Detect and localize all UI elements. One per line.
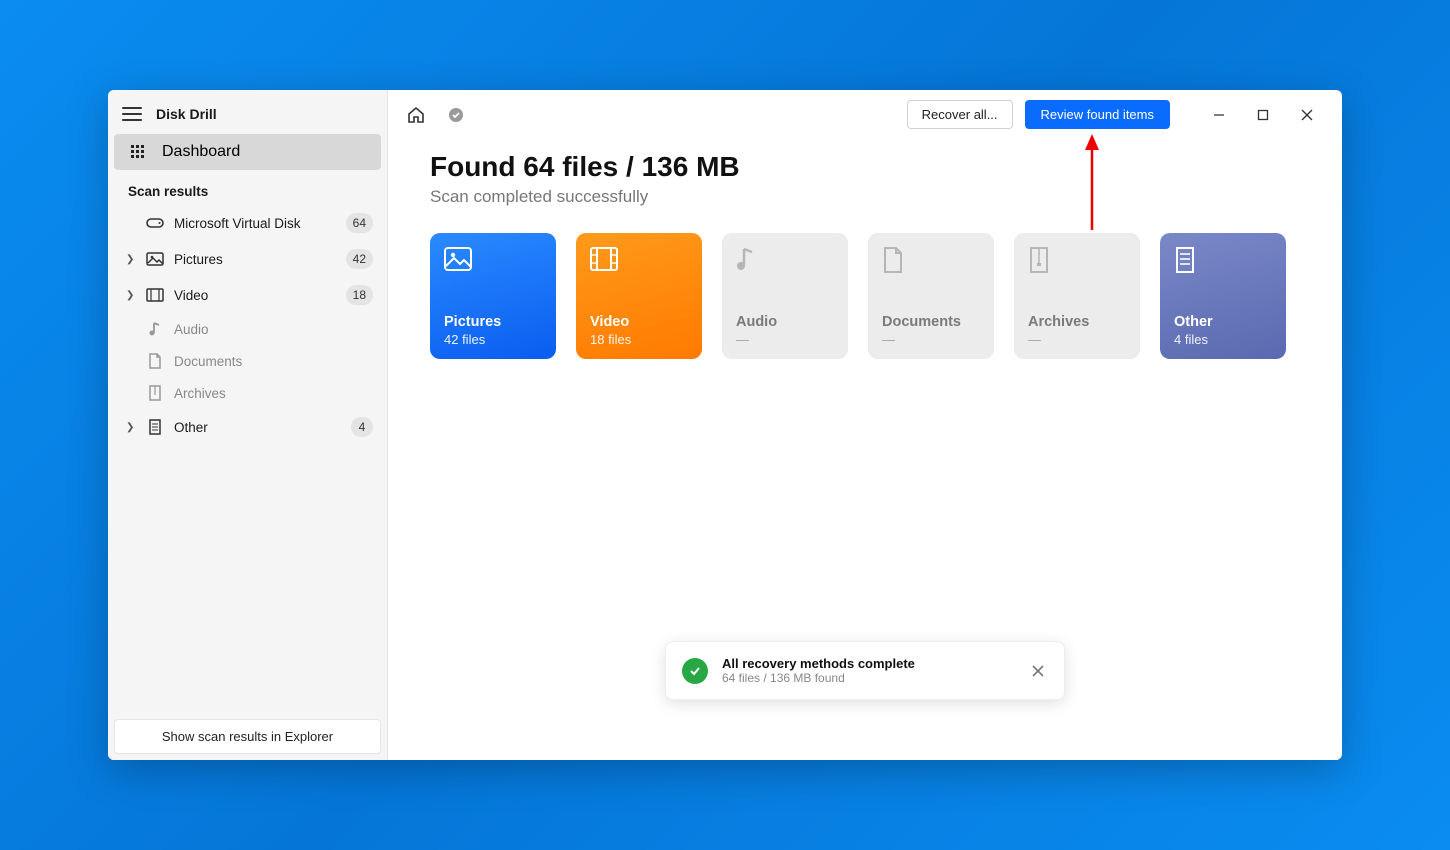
card-pictures[interactable]: Pictures 42 files	[430, 233, 556, 359]
sidebar-item-label: Video	[174, 288, 336, 303]
sidebar-item-label: Other	[174, 420, 341, 435]
count-badge: 4	[351, 417, 373, 437]
video-icon	[590, 247, 688, 279]
card-archives[interactable]: Archives —	[1014, 233, 1140, 359]
toast-title: All recovery methods complete	[722, 656, 1014, 671]
sidebar-item-other[interactable]: ❯ Other 4	[108, 409, 387, 445]
archive-icon	[1028, 247, 1126, 279]
sidebar-item-label: Microsoft Virtual Disk	[174, 216, 336, 231]
sidebar-item-label: Documents	[174, 354, 373, 369]
chevron-right-icon: ❯	[126, 254, 136, 265]
window-close-button[interactable]	[1286, 101, 1328, 129]
show-in-explorer-button[interactable]: Show scan results in Explorer	[114, 719, 381, 754]
sidebar-tree: Microsoft Virtual Disk 64 ❯ Pictures 42 …	[108, 205, 387, 713]
home-button[interactable]	[402, 101, 430, 129]
main-panel: Recover all... Review found items Found …	[388, 90, 1342, 760]
page-subtitle: Scan completed successfully	[430, 187, 1300, 207]
document-icon	[146, 353, 164, 369]
card-other[interactable]: Other 4 files	[1160, 233, 1286, 359]
card-documents[interactable]: Documents —	[868, 233, 994, 359]
window-maximize-button[interactable]	[1242, 101, 1284, 129]
picture-icon	[444, 247, 542, 279]
sidebar-item-pictures[interactable]: ❯ Pictures 42	[108, 241, 387, 277]
card-subtitle: 18 files	[590, 332, 688, 347]
count-badge: 64	[346, 213, 373, 233]
file-icon	[146, 419, 164, 435]
window-minimize-button[interactable]	[1198, 101, 1240, 129]
sidebar-item-label: Pictures	[174, 252, 336, 267]
music-note-icon	[736, 247, 834, 279]
card-title: Audio	[736, 314, 834, 330]
card-subtitle: 4 files	[1174, 332, 1272, 347]
toast-subtitle: 64 files / 136 MB found	[722, 671, 1014, 685]
category-cards: Pictures 42 files Video 18 files Audio —	[430, 233, 1300, 359]
count-badge: 18	[346, 285, 373, 305]
chevron-right-icon: ❯	[126, 290, 136, 301]
sidebar-item-disk[interactable]: Microsoft Virtual Disk 64	[108, 205, 387, 241]
chevron-right-icon: ❯	[126, 422, 136, 433]
sidebar-item-label: Audio	[174, 322, 373, 337]
card-title: Video	[590, 314, 688, 330]
recover-all-button[interactable]: Recover all...	[907, 100, 1013, 129]
file-icon	[1174, 247, 1272, 279]
toast-notification: All recovery methods complete 64 files /…	[665, 641, 1065, 700]
review-found-items-button[interactable]: Review found items	[1025, 100, 1170, 129]
check-circle-icon	[682, 658, 708, 684]
count-badge: 42	[346, 249, 373, 269]
card-subtitle: —	[736, 332, 834, 347]
disk-icon	[146, 216, 164, 230]
card-subtitle: —	[882, 332, 980, 347]
sidebar-item-archives[interactable]: Archives	[108, 377, 387, 409]
sidebar-item-label: Archives	[174, 386, 373, 401]
document-icon	[882, 247, 980, 279]
app-title: Disk Drill	[156, 106, 217, 122]
sidebar-item-audio[interactable]: Audio	[108, 313, 387, 345]
sidebar-item-video[interactable]: ❯ Video 18	[108, 277, 387, 313]
hamburger-menu-icon[interactable]	[122, 107, 142, 121]
card-audio[interactable]: Audio —	[722, 233, 848, 359]
picture-icon	[146, 252, 164, 266]
card-title: Archives	[1028, 314, 1126, 330]
sidebar: Disk Drill Dashboard Scan results Micros…	[108, 90, 388, 760]
card-subtitle: —	[1028, 332, 1126, 347]
grid-icon	[128, 144, 148, 160]
sidebar-item-dashboard[interactable]: Dashboard	[114, 134, 381, 170]
toast-close-button[interactable]	[1028, 661, 1048, 681]
toolbar: Recover all... Review found items	[388, 90, 1342, 139]
app-window: Disk Drill Dashboard Scan results Micros…	[108, 90, 1342, 760]
page-title: Found 64 files / 136 MB	[430, 151, 1300, 183]
card-video[interactable]: Video 18 files	[576, 233, 702, 359]
card-subtitle: 42 files	[444, 332, 542, 347]
sidebar-heading-scan-results: Scan results	[108, 170, 387, 205]
archive-icon	[146, 385, 164, 401]
video-icon	[146, 288, 164, 302]
status-check-icon	[442, 101, 470, 129]
card-title: Other	[1174, 314, 1272, 330]
sidebar-item-label: Dashboard	[162, 143, 240, 161]
music-note-icon	[146, 321, 164, 337]
card-title: Pictures	[444, 314, 542, 330]
sidebar-item-documents[interactable]: Documents	[108, 345, 387, 377]
card-title: Documents	[882, 314, 980, 330]
